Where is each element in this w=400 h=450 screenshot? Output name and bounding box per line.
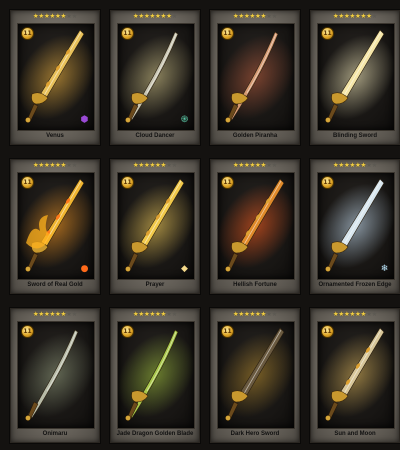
weapon-illustration <box>18 329 94 421</box>
level-badge-icon: 11 <box>121 176 134 189</box>
weapon-card-grid: ★★★★★★★★ 11 ⬢ Venus ★★★★★★★★ 11 ֍ Cloud Dancer ★… <box>0 0 400 450</box>
weapon-art-frame: 11 <box>217 172 295 280</box>
level-badge-icon: 11 <box>221 176 234 189</box>
level-badge-icon: 11 <box>221 325 234 338</box>
weapon-art-frame: 11 <box>317 23 395 131</box>
weapon-card[interactable]: ★★★★★★★★ 11 Dark Hero Sword <box>210 308 300 443</box>
star-rating: ★★★★★★★★ <box>111 309 199 320</box>
weapon-name: Golden Piranha <box>232 133 278 139</box>
star-rating: ★★★★★★★★ <box>111 160 199 171</box>
empty-star-icon: ★ <box>71 310 78 318</box>
weapon-name: Sword of Real Gold <box>27 282 83 288</box>
weapon-illustration <box>318 29 394 123</box>
snowflake-icon: ❄ <box>380 264 389 274</box>
weapon-name: Dark Hero Sword <box>230 431 280 437</box>
weapon-illustration <box>118 329 194 421</box>
empty-star-icon: ★ <box>371 12 378 20</box>
star-rating: ★★★★★★★★ <box>11 160 99 171</box>
weapon-name: Sun and Moon <box>334 431 376 437</box>
weapon-art-frame: 11 <box>217 23 295 131</box>
holy-diamond-icon: ◆ <box>181 264 188 274</box>
weapon-illustration <box>218 31 294 123</box>
weapon-art-frame: 11 <box>117 321 195 429</box>
wind-swirl-icon: ֍ <box>180 115 189 125</box>
empty-star-icon: ★ <box>71 12 78 20</box>
empty-star-icon: ★ <box>71 161 78 169</box>
star-rating: ★★★★★★★★ <box>11 11 99 22</box>
star-rating: ★★★★★★★★ <box>211 11 299 22</box>
empty-star-icon: ★ <box>271 12 278 20</box>
level-badge-icon: 11 <box>21 176 34 189</box>
level-badge-icon: 11 <box>21 27 34 40</box>
star-rating: ★★★★★★★★ <box>11 309 99 320</box>
weapon-name: Hellish Fortune <box>233 282 277 288</box>
weapon-name: Prayer <box>145 282 165 288</box>
weapon-card[interactable]: ★★★★★★★★ 11 ֍ Cloud Dancer <box>110 10 200 145</box>
weapon-card[interactable]: ★★★★★★★★ 11 Golden Piranha <box>210 10 300 145</box>
empty-star-icon: ★ <box>171 310 178 318</box>
fire-orb-icon: ● <box>80 264 89 274</box>
weapon-card[interactable]: ★★★★★★★★ 11 ◆ Prayer <box>110 159 200 294</box>
weapon-card[interactable]: ★★★★★★★★ 11 Onimaru <box>10 308 100 443</box>
weapon-illustration <box>218 327 294 421</box>
weapon-name: Blinding Sword <box>333 133 377 139</box>
level-badge-icon: 11 <box>321 325 334 338</box>
weapon-card[interactable]: ★★★★★★★★ 11 Jade Dragon Golden Blade <box>110 308 200 443</box>
empty-star-icon: ★ <box>371 161 378 169</box>
weapon-card[interactable]: ★★★★★★★★ 11 Hellish Fortune <box>210 159 300 294</box>
weapon-art-frame: 11 <box>317 321 395 429</box>
weapon-art-frame: 11 <box>217 321 295 429</box>
empty-star-icon: ★ <box>371 310 378 318</box>
star-rating: ★★★★★★★★ <box>111 11 199 22</box>
weapon-card[interactable]: ★★★★★★★★ 11 ● Sword of Real Gold <box>10 159 100 294</box>
weapon-card[interactable]: ★★★★★★★★ 11 ❄ Ornamented Frozen Edge <box>310 159 400 294</box>
weapon-name: Venus <box>46 133 64 139</box>
empty-star-icon: ★ <box>271 161 278 169</box>
level-badge-icon: 11 <box>321 27 334 40</box>
weapon-name: Cloud Dancer <box>135 133 175 139</box>
star-rating: ★★★★★★★★ <box>211 160 299 171</box>
weapon-card[interactable]: ★★★★★★★★ 11 ⬢ Venus <box>10 10 100 145</box>
weapon-art-frame: 11 <box>17 321 95 429</box>
amethyst-gem-icon: ⬢ <box>80 115 89 125</box>
empty-star-icon: ★ <box>271 310 278 318</box>
level-badge-icon: 11 <box>221 27 234 40</box>
weapon-card[interactable]: ★★★★★★★★ 11 Sun and Moon <box>310 308 400 443</box>
level-badge-icon: 11 <box>21 325 34 338</box>
star-rating: ★★★★★★★★ <box>211 309 299 320</box>
weapon-art-frame: 11 ◆ <box>117 172 195 280</box>
weapon-name: Ornamented Frozen Edge <box>318 282 392 288</box>
level-badge-icon: 11 <box>321 176 334 189</box>
weapon-illustration <box>318 327 394 421</box>
weapon-art-frame: 11 ⬢ <box>17 23 95 131</box>
weapon-art-frame: 11 ֍ <box>117 23 195 131</box>
weapon-art-frame: 11 ❄ <box>317 172 395 280</box>
star-rating: ★★★★★★★★ <box>311 11 399 22</box>
weapon-illustration <box>218 178 294 272</box>
weapon-name: Onimaru <box>42 431 68 437</box>
weapon-art-frame: 11 ● <box>17 172 95 280</box>
star-rating: ★★★★★★★★ <box>311 160 399 171</box>
level-badge-icon: 11 <box>121 325 134 338</box>
weapon-card[interactable]: ★★★★★★★★ 11 Blinding Sword <box>310 10 400 145</box>
empty-star-icon: ★ <box>171 161 178 169</box>
empty-star-icon: ★ <box>171 12 178 20</box>
star-rating: ★★★★★★★★ <box>311 309 399 320</box>
weapon-name: Jade Dragon Golden Blade <box>116 431 194 437</box>
level-badge-icon: 11 <box>121 27 134 40</box>
